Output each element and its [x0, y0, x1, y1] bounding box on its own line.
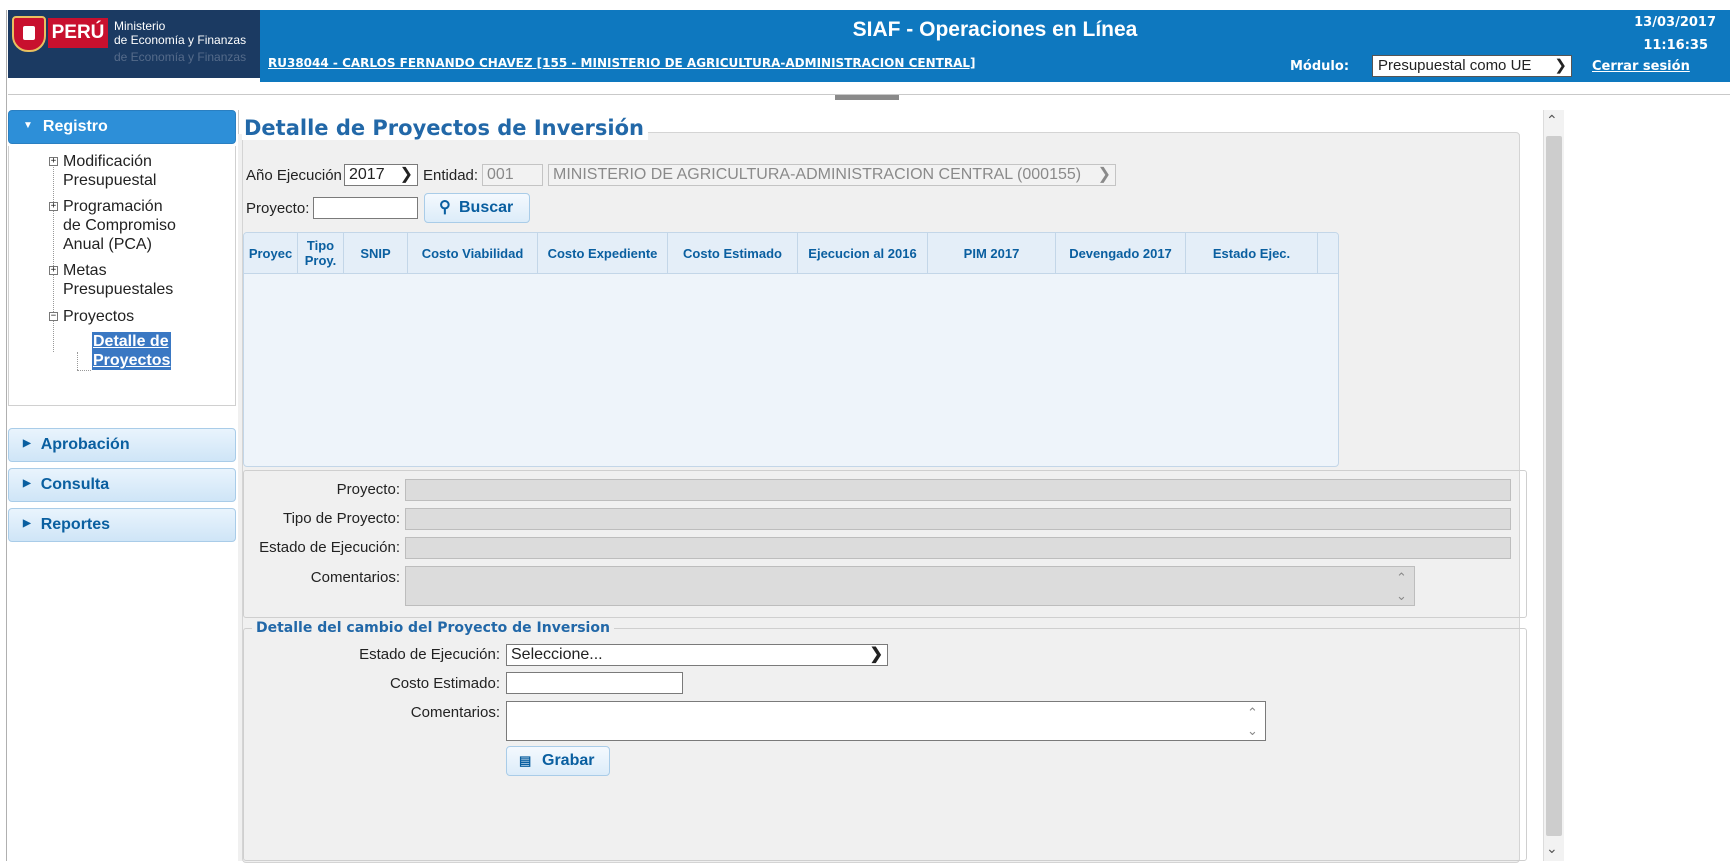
- chevron-down-icon: ❯: [869, 646, 883, 663]
- scroll-thumb[interactable]: [1546, 136, 1562, 836]
- accordion-registro[interactable]: ▼ Registro: [8, 110, 236, 144]
- mef-logo: PERÚ Ministerio de Economía y Finanzas d…: [8, 10, 260, 78]
- cambio-comentarios-textarea[interactable]: ⌃ ⌄: [506, 701, 1266, 741]
- cambio-estado-label: Estado de Ejecución:: [359, 646, 500, 663]
- collapse-icon[interactable]: −: [49, 312, 58, 321]
- triangle-right-icon: ▶: [23, 438, 31, 449]
- cambio-comentarios-label: Comentarios:: [410, 704, 500, 721]
- tree-item-metas[interactable]: Metas Presupuestales: [63, 261, 173, 299]
- cambio-costo-label: Costo Estimado:: [389, 675, 500, 692]
- column-header-costo-viabilidad[interactable]: Costo Viabilidad: [408, 233, 538, 273]
- module-label: Módulo:: [1290, 59, 1350, 74]
- tree-item-detalle-proyectos[interactable]: Detalle de Proyectos: [92, 332, 172, 370]
- triangle-right-icon: ▶: [23, 478, 31, 489]
- tree-guide: [77, 370, 91, 371]
- detail-tipo-label: Tipo de Proyecto:: [282, 510, 400, 527]
- logo-ministry-subtext: de Economía y Finanzas: [114, 50, 247, 64]
- scroll-down-icon: ⌄: [1247, 723, 1258, 738]
- main-panel: Detalle de Proyectos de Inversión Año Ej…: [238, 110, 1730, 863]
- expand-icon[interactable]: +: [49, 202, 58, 211]
- tree-item-modificacion[interactable]: Modificación Presupuestal: [63, 152, 156, 190]
- logo-ministry-text: Ministerio de Economía y Finanzas: [114, 19, 247, 47]
- column-header-tipo[interactable]: Tipo Proy.: [298, 233, 344, 273]
- scroll-up-icon: ⌃: [1396, 570, 1407, 585]
- grid-header: Proyec Tipo Proy. SNIP Costo Viabilidad …: [244, 233, 1338, 274]
- anio-label: Año Ejecución: [246, 167, 342, 184]
- tree-guide: [77, 352, 78, 370]
- session-date: 13/03/2017: [1634, 15, 1716, 30]
- scroll-up-icon[interactable]: ⌃: [1546, 112, 1558, 129]
- textarea-scroll[interactable]: ⌃ ⌄: [1243, 702, 1265, 740]
- page-title: Detalle de Proyectos de Inversión: [242, 116, 648, 140]
- module-select[interactable]: Presupuestal como UE ❯: [1372, 55, 1572, 77]
- column-header-ejecucion[interactable]: Ejecucion al 2016: [798, 233, 928, 273]
- session-time: 11:16:35: [1643, 38, 1708, 53]
- scroll-up-icon: ⌃: [1247, 705, 1258, 720]
- column-header-snip[interactable]: SNIP: [344, 233, 408, 273]
- splitter-handle[interactable]: [835, 95, 899, 100]
- tree-guide: [53, 162, 54, 352]
- column-header-proyec[interactable]: Proyec: [244, 233, 298, 273]
- triangle-right-icon: ▶: [23, 518, 31, 529]
- search-icon: ⚲: [439, 199, 451, 216]
- triangle-down-icon: ▼: [23, 120, 33, 131]
- column-header-devengado[interactable]: Devengado 2017: [1056, 233, 1186, 273]
- header: PERÚ Ministerio de Economía y Finanzas d…: [0, 0, 1730, 82]
- chevron-down-icon: ❯: [1554, 57, 1567, 74]
- detail-comentarios-label: Comentarios:: [310, 569, 400, 586]
- scroll-down-icon: ⌄: [1396, 588, 1407, 603]
- page-scrollbar[interactable]: ⌃ ⌄: [1543, 110, 1564, 861]
- sidebar: ▼ Registro + Modificación Presupuestal + P…: [8, 110, 243, 861]
- detail-tipo-field: [405, 508, 1511, 530]
- accordion-aprobacion[interactable]: ▶ Aprobación: [8, 428, 236, 462]
- entidad-code-field: 001: [482, 164, 543, 186]
- chevron-down-icon: ❯: [399, 166, 413, 183]
- cambio-costo-input[interactable]: [506, 672, 683, 694]
- expand-icon[interactable]: +: [49, 266, 58, 275]
- detail-estado-label: Estado de Ejecución:: [259, 539, 400, 556]
- peru-shield-icon: [12, 16, 46, 52]
- page-left-border: [6, 10, 7, 861]
- scroll-down-icon[interactable]: ⌄: [1546, 840, 1558, 857]
- top-bar: SIAF - Operaciones en Línea RU38044 - CA…: [260, 10, 1730, 82]
- entidad-label: Entidad:: [423, 167, 479, 184]
- tree-item-proyectos[interactable]: Proyectos: [63, 307, 134, 326]
- buscar-button[interactable]: ⚲ Buscar: [424, 193, 530, 223]
- detail-proyecto-label: Proyecto:: [336, 481, 400, 498]
- cambio-estado-select[interactable]: Seleccione... ❯: [506, 644, 888, 666]
- textarea-scroll: ⌃ ⌄: [1392, 567, 1414, 605]
- logo-peru-text: PERÚ: [48, 18, 108, 48]
- proyecto-label: Proyecto:: [246, 200, 310, 217]
- projects-grid: Proyec Tipo Proy. SNIP Costo Viabilidad …: [243, 232, 1339, 467]
- entidad-select: MINISTERIO DE AGRICULTURA-ADMINISTRACION…: [548, 164, 1116, 186]
- user-info-link[interactable]: RU38044 - CARLOS FERNANDO CHAVEZ [155 - …: [268, 56, 976, 70]
- tree-item-programacion[interactable]: Programación de Compromiso Anual (PCA): [63, 197, 176, 254]
- save-icon: ▤: [519, 753, 532, 768]
- accordion-consulta[interactable]: ▶ Consulta: [8, 468, 236, 502]
- column-header-estado[interactable]: Estado Ejec.: [1186, 233, 1318, 273]
- detail-estado-field: [405, 537, 1511, 559]
- app-title: SIAF - Operaciones en Línea: [852, 18, 1138, 41]
- anio-select[interactable]: 2017 ❯: [344, 164, 418, 186]
- cambio-legend: Detalle del cambio del Proyecto de Inver…: [252, 620, 614, 636]
- detail-proyecto-field: [405, 479, 1511, 501]
- column-header-pim[interactable]: PIM 2017: [928, 233, 1056, 273]
- expand-icon[interactable]: +: [49, 157, 58, 166]
- proyecto-input[interactable]: [313, 197, 418, 219]
- detail-comentarios-field: ⌃ ⌄: [405, 566, 1415, 606]
- column-header-costo-expediente[interactable]: Costo Expediente: [538, 233, 668, 273]
- column-header-costo-estimado[interactable]: Costo Estimado: [668, 233, 798, 273]
- logout-link[interactable]: Cerrar sesión: [1592, 59, 1690, 74]
- grabar-button[interactable]: ▤ Grabar: [506, 746, 610, 776]
- accordion-reportes[interactable]: ▶ Reportes: [8, 508, 236, 542]
- chevron-down-icon: ❯: [1097, 166, 1111, 183]
